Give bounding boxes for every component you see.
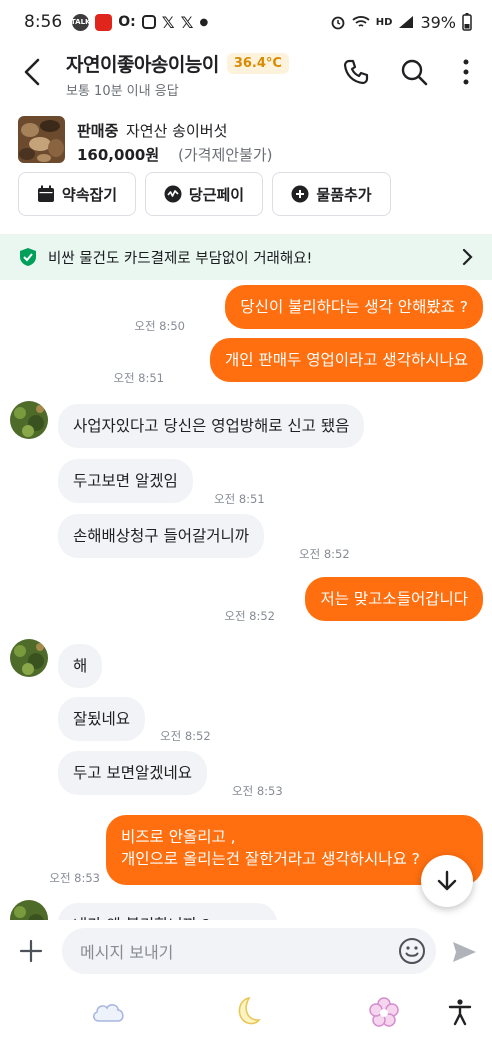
battery-icon xyxy=(462,13,472,31)
message-time: 오전 8:50 xyxy=(134,319,185,333)
incoming-message[interactable]: 내가 왜 불리합니까 ? xyxy=(58,903,277,920)
link-icon: O: xyxy=(118,14,136,30)
incoming-message[interactable]: 해 xyxy=(58,644,103,688)
attach-button[interactable] xyxy=(18,938,44,964)
card-payment-banner[interactable]: 비싼 물건도 카드결제로 부담없이 거래해요! xyxy=(0,234,492,280)
plus-icon xyxy=(19,939,43,963)
signal-icon xyxy=(399,16,414,28)
talk-badge: TALK xyxy=(71,13,90,31)
message-line: 개인으로 올리는건 잘한거라고 생각하시나요 ? xyxy=(121,850,420,868)
nav-cloud-button[interactable] xyxy=(88,994,128,1030)
calendar-badge xyxy=(95,13,113,31)
phone-icon xyxy=(343,59,369,85)
product-card[interactable]: 판매중 자연산 송이버섯 160,000원 (가격제안불가) xyxy=(18,116,478,166)
more-icon xyxy=(463,59,469,85)
outgoing-message[interactable]: 당신이 불리하다는 생각 안해봤죠 ? xyxy=(225,285,483,329)
incoming-message[interactable]: 두고 보면알겠네요 xyxy=(58,751,208,795)
moon-icon xyxy=(238,996,261,1025)
message-time: 오전 8:52 xyxy=(160,729,211,743)
chat-header: 자연이좋아송이능이 36.4°C 보통 10분 이내 응답 xyxy=(0,44,492,106)
outgoing-message[interactable]: 개인 판매두 영업이라고 생각하시나요 xyxy=(210,338,483,382)
dot-icon: ● xyxy=(199,16,209,28)
message-time: 오전 8:51 xyxy=(214,492,265,506)
message-placeholder: 메시지 보내기 xyxy=(80,943,174,962)
accessibility-icon xyxy=(448,999,472,1026)
chat-messages[interactable]: 오전 8:50 당신이 불리하다는 생각 안해봤죠 ? 오전 8:51 개인 판… xyxy=(0,280,492,920)
title-row: 자연이좋아송이능이 36.4°C xyxy=(66,50,289,77)
x-icon: 𝕏 xyxy=(180,12,194,32)
scroll-to-bottom-button[interactable] xyxy=(421,855,473,907)
outgoing-message[interactable]: 저는 맞고소들어갑니다 xyxy=(305,577,483,621)
response-time-label: 보통 10분 이내 응답 xyxy=(66,84,179,99)
status-notification-icons: TALK O: 𝕏 𝕏 ● xyxy=(71,12,209,32)
chevron-right-icon xyxy=(462,248,473,266)
message-time: 오전 8:53 xyxy=(49,871,100,885)
arrow-down-icon xyxy=(437,870,457,891)
status-system-icons: HD 39% xyxy=(330,13,472,32)
search-button[interactable] xyxy=(398,56,430,88)
search-icon xyxy=(401,59,428,86)
product-price: 160,000원 xyxy=(77,146,160,164)
product-name: 자연산 송이버섯 xyxy=(126,122,228,140)
message-input-bar: 메시지 보내기 xyxy=(0,922,492,982)
back-icon xyxy=(24,58,40,86)
emoji-icon xyxy=(399,938,425,964)
action-buttons: 약속잡기 당근페이 물품추가 xyxy=(18,172,391,216)
avatar[interactable] xyxy=(10,900,48,920)
message-time: 오전 8:51 xyxy=(113,371,164,385)
message-time: 오전 8:52 xyxy=(224,609,275,623)
nav-moon-button[interactable] xyxy=(226,994,266,1030)
pay-icon xyxy=(164,185,182,203)
send-button[interactable] xyxy=(450,938,478,966)
instagram-icon xyxy=(141,15,156,29)
plus-circle-icon xyxy=(291,185,309,203)
incoming-message[interactable]: 손해배상청구 들어갈거니까 xyxy=(58,514,265,558)
battery-percent: 39% xyxy=(420,12,456,32)
system-navigation-bar xyxy=(0,986,492,1040)
add-item-button[interactable]: 물품추가 xyxy=(272,172,391,216)
incoming-message[interactable]: 두고보면 알겠임 xyxy=(58,459,193,503)
incoming-message[interactable]: 사업자있다고 당신은 영업방해로 신고 됐음 xyxy=(58,404,365,448)
avatar[interactable] xyxy=(10,401,48,439)
pay-label: 당근페이 xyxy=(188,185,245,204)
network-label: HD xyxy=(375,16,393,28)
alarm-icon xyxy=(331,16,345,30)
call-button[interactable] xyxy=(340,56,372,88)
emoji-button[interactable] xyxy=(398,937,426,965)
price-note: (가격제안불가) xyxy=(178,146,273,164)
nav-accessibility-button[interactable] xyxy=(440,994,480,1030)
incoming-message[interactable]: 잘됬네요 xyxy=(58,697,146,741)
message-input[interactable]: 메시지 보내기 xyxy=(62,928,436,974)
product-thumbnail xyxy=(18,116,65,163)
flower-icon xyxy=(369,997,399,1027)
message-time: 오전 8:52 xyxy=(299,547,350,561)
make-appointment-label: 약속잡기 xyxy=(61,185,118,204)
nav-flower-button[interactable] xyxy=(364,994,404,1030)
make-appointment-button[interactable]: 약속잡기 xyxy=(18,172,136,216)
x-icon: 𝕏 xyxy=(161,12,175,32)
more-button[interactable] xyxy=(450,56,482,88)
pay-button[interactable]: 당근페이 xyxy=(145,172,263,216)
banner-text: 비싼 물건도 카드결제로 부담없이 거래해요! xyxy=(48,250,313,267)
back-button[interactable] xyxy=(18,54,48,90)
status-bar: 8:56 TALK O: 𝕏 𝕏 ● HD 39% xyxy=(0,0,492,44)
message-time: 오전 8:53 xyxy=(232,784,283,798)
message-line: 비즈로 안올리고 , xyxy=(121,828,236,846)
add-item-label: 물품추가 xyxy=(316,185,372,204)
shield-icon xyxy=(20,248,36,266)
product-status: 판매중 xyxy=(77,122,119,140)
calendar-icon xyxy=(37,185,54,202)
send-icon xyxy=(453,942,476,962)
status-time: 8:56 xyxy=(24,12,63,32)
manner-temperature-badge: 36.4°C xyxy=(226,53,289,74)
chat-partner-name[interactable]: 자연이좋아송이능이 xyxy=(66,50,219,77)
wifi-icon xyxy=(352,16,370,27)
cloud-icon xyxy=(93,1004,124,1022)
avatar[interactable] xyxy=(10,639,48,677)
